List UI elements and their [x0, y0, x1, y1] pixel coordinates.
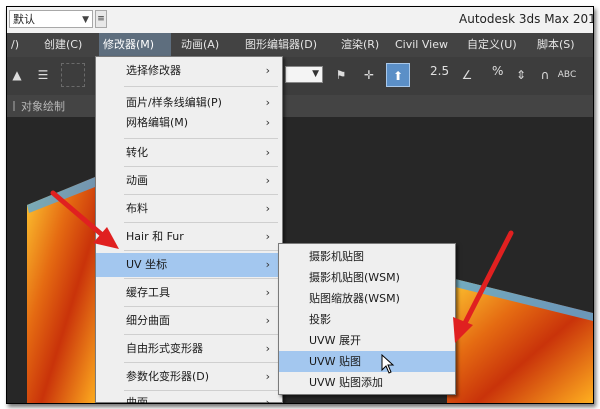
app-window: 默认 ▼ ≡ Autodesk 3ds Max 201 /) 创建(C) 修改器…: [6, 6, 594, 404]
red-arrow-right-icon: [453, 230, 514, 343]
red-arrow-left-icon: [50, 190, 119, 249]
annotation-arrows: [50, 190, 514, 343]
